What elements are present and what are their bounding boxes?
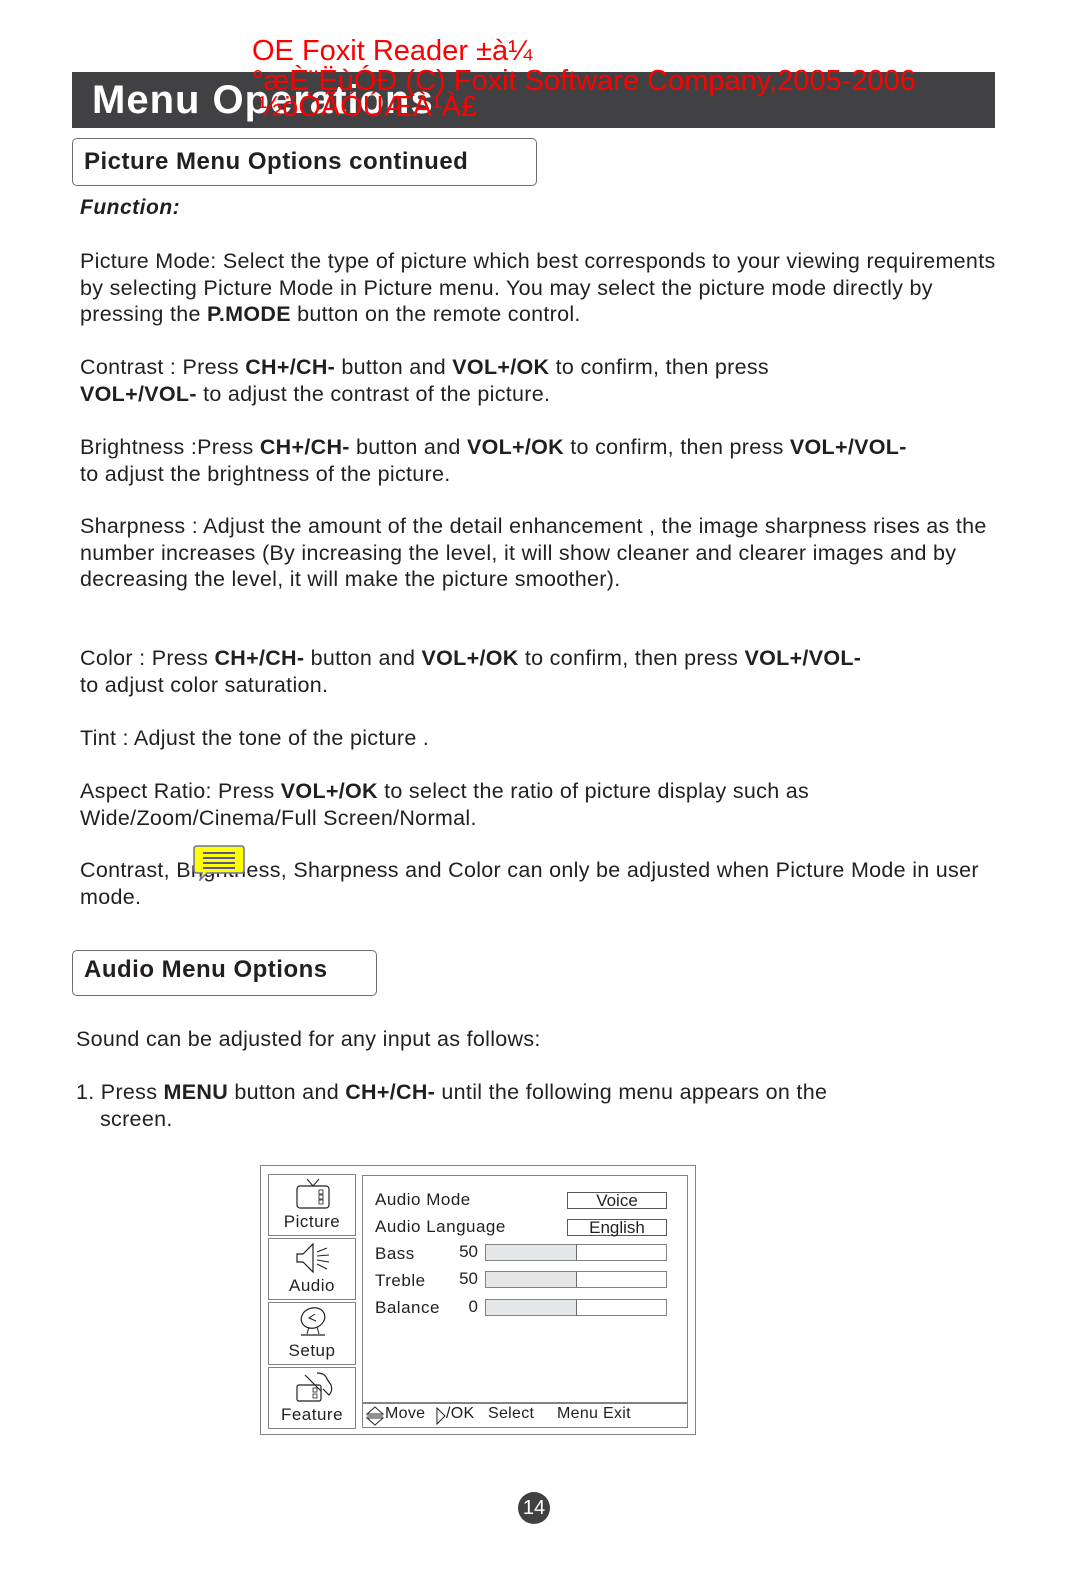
- option-bass-number: 50: [459, 1242, 478, 1261]
- text: to adjust color saturation.: [80, 672, 329, 697]
- text: to adjust the brightness of the picture.: [80, 461, 451, 486]
- menu-tab-picture[interactable]: Picture: [268, 1174, 356, 1236]
- key-pmode: P.MODE: [207, 302, 291, 326]
- key-vol: VOL+/VOL-: [744, 646, 862, 670]
- key-ch: CH+/CH-: [345, 1080, 436, 1104]
- text: to confirm, then press: [564, 435, 790, 459]
- footer-menu-exit-label: Menu Exit: [557, 1405, 631, 1422]
- tools-icon: [296, 1372, 333, 1402]
- option-bass-label: Bass: [375, 1244, 415, 1263]
- text: button on the remote control.: [290, 302, 581, 326]
- option-audio-language-value[interactable]: English: [567, 1219, 667, 1236]
- key-vol: VOL+/VOL-: [789, 435, 907, 459]
- speaker-icon: [296, 1242, 330, 1274]
- option-treble-label: Treble: [375, 1271, 426, 1290]
- paragraph-brightness: Brightness :Press CH+/CH- button and VOL…: [80, 434, 910, 487]
- menu-tab-label: Picture: [283, 1212, 341, 1231]
- option-balance-number: 0: [468, 1297, 478, 1316]
- key-vol-ok: VOL+/OK: [421, 646, 519, 670]
- text: button and: [304, 646, 422, 670]
- slider-fill: [486, 1300, 577, 1315]
- paragraph-aspect-ratio: Aspect Ratio: Press VOL+/OK to select th…: [80, 778, 940, 831]
- text: screen.: [100, 1106, 173, 1131]
- paragraph-audio-intro: Sound can be adjusted for any input as f…: [76, 1027, 541, 1051]
- paragraph-contrast: Contrast : Press CH+/CH- button and VOL+…: [80, 354, 880, 407]
- up-down-arrow-icon: [366, 1406, 384, 1426]
- menu-tab-label: Setup: [288, 1341, 336, 1360]
- text: Color : Press: [80, 646, 215, 670]
- section-heading-audio: Audio Menu Options: [72, 950, 377, 996]
- function-label: Function:: [80, 196, 181, 219]
- watermark-line-3: ½öÓÃÓÚÆÀ¹À£: [258, 91, 478, 123]
- menu-tab-feature[interactable]: Feature: [268, 1367, 356, 1429]
- key-menu: MENU: [163, 1080, 229, 1104]
- text: until the following menu appears on the: [435, 1080, 828, 1104]
- right-arrow-icon: [436, 1407, 446, 1425]
- comment-note-icon[interactable]: [193, 845, 245, 881]
- option-audio-language-label: Audio Language: [375, 1217, 506, 1236]
- slider-fill: [486, 1245, 577, 1260]
- key-vol: VOL+/VOL-: [80, 381, 197, 406]
- paragraph-picture-mode: Picture Mode: Select the type of picture…: [80, 248, 1000, 328]
- option-treble-number: 50: [459, 1269, 478, 1288]
- section-title: Picture Menu Options continued: [84, 148, 469, 175]
- key-vol-ok: VOL+/OK: [452, 355, 550, 379]
- key-vol-ok: VOL+/OK: [466, 435, 565, 459]
- text: button and: [335, 355, 453, 379]
- key-ch: CH+/CH-: [259, 435, 350, 459]
- menu-tab-audio[interactable]: Audio: [268, 1238, 356, 1300]
- menu-footer-divider: [362, 1402, 688, 1404]
- text: button and: [228, 1080, 346, 1104]
- text: to confirm, then press: [549, 355, 769, 379]
- key-vol-ok: VOL+/OK: [280, 779, 378, 803]
- menu-tab-label: Feature: [280, 1405, 344, 1424]
- satellite-dish-icon: [300, 1307, 326, 1336]
- paragraph-sharpness: Sharpness : Adjust the amount of the det…: [80, 514, 987, 591]
- tv-icon: [296, 1178, 330, 1209]
- option-audio-mode-label: Audio Mode: [375, 1190, 471, 1209]
- text: to confirm, then press: [518, 646, 745, 670]
- menu-tab-setup[interactable]: Setup: [268, 1302, 356, 1365]
- page-number-badge: 14: [518, 1492, 550, 1524]
- section-title: Audio Menu Options: [84, 956, 328, 983]
- footer-move-label: Move: [385, 1405, 426, 1422]
- footer-ok-label: /OK: [446, 1405, 475, 1422]
- text: Aspect Ratio: Press: [80, 779, 281, 803]
- section-heading-picture: Picture Menu Options continued: [72, 138, 537, 186]
- balance-slider[interactable]: [485, 1299, 667, 1316]
- paragraph-color: Color : Press CH+/CH- button and VOL+/OK…: [80, 645, 870, 698]
- option-balance-label: Balance: [375, 1298, 440, 1317]
- text: button and: [349, 435, 467, 459]
- paragraph-tint: Tint : Adjust the tone of the picture .: [80, 726, 430, 750]
- option-audio-mode-value[interactable]: Voice: [567, 1192, 667, 1209]
- text: Brightness :Press: [80, 435, 260, 459]
- text: to adjust the contrast of the picture.: [196, 381, 551, 406]
- footer-select-label: Select: [488, 1405, 535, 1422]
- text: 1. Press: [76, 1080, 164, 1104]
- key-ch: CH+/CH-: [214, 646, 305, 670]
- watermark-line-1: OE Foxit Reader ±à¼­: [252, 35, 533, 67]
- key-ch: CH+/CH-: [245, 355, 336, 379]
- paragraph-audio-step-1: 1. Press MENU button and CH+/CH- until t…: [76, 1079, 996, 1132]
- text: Contrast : Press: [80, 355, 246, 379]
- bass-slider[interactable]: [485, 1244, 667, 1261]
- treble-slider[interactable]: [485, 1271, 667, 1288]
- menu-tab-label: Audio: [289, 1276, 335, 1295]
- slider-fill: [486, 1272, 577, 1287]
